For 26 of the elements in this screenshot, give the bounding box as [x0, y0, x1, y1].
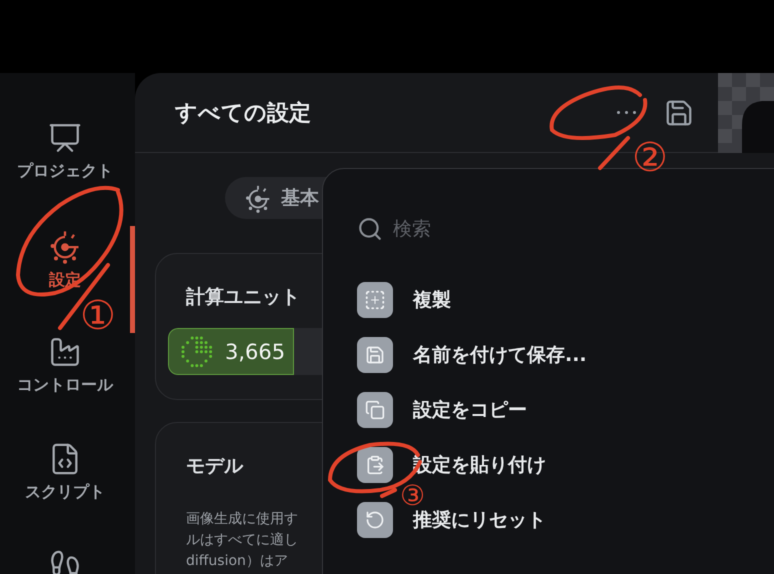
model-description: 画像生成に使用す ルはすべてに適し diffusion）はア — [186, 510, 298, 571]
card-title: モデル — [186, 454, 243, 479]
presentation-board-icon — [48, 121, 82, 155]
search-field[interactable]: 検索 — [391, 217, 591, 241]
menu-item[interactable]: 名前を付けて保存... — [413, 344, 587, 366]
factory-icon — [48, 335, 82, 369]
annotation-number: ② — [632, 138, 668, 178]
sidebar-item[interactable]: プロジェクト — [0, 119, 135, 226]
save-icon[interactable] — [357, 337, 393, 373]
paste-icon[interactable] — [357, 447, 393, 483]
annotation-number: ① — [80, 296, 116, 336]
page-title: すべての設定 — [175, 100, 312, 128]
card-title: 計算ユニット — [186, 285, 300, 310]
compute-units-value: 3,665 — [225, 340, 286, 364]
reset-icon[interactable] — [357, 502, 393, 538]
copy-icon[interactable] — [357, 392, 393, 428]
duplicate-icon[interactable] — [357, 282, 393, 318]
shoe-icon — [48, 549, 82, 574]
menu-item[interactable]: 複製 — [413, 289, 451, 311]
sidebar-item[interactable]: コントロール — [0, 333, 135, 440]
menu-item[interactable]: 推奨にリセット — [413, 509, 546, 531]
annotation-number: ③ — [400, 482, 426, 510]
search-icon — [357, 216, 383, 242]
menu-item[interactable]: 設定をコピー — [413, 399, 527, 421]
compute-unit-icon — [179, 334, 215, 370]
sidebar-item[interactable]: スクリプト — [0, 440, 135, 547]
